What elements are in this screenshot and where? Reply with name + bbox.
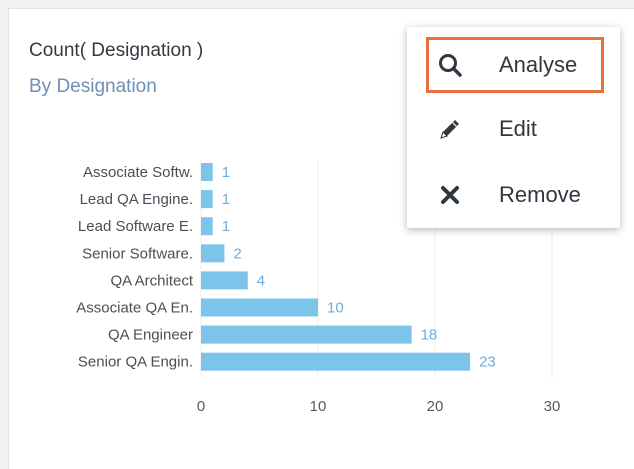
value-label: 2 — [233, 245, 241, 262]
value-label: 1 — [222, 218, 230, 235]
remove-menu-item[interactable]: Remove — [407, 165, 620, 225]
bar — [201, 352, 471, 371]
category-label: Senior Software. — [82, 245, 193, 262]
category-label: QA Engineer — [108, 327, 193, 344]
bar — [201, 298, 318, 317]
context-menu: Analyse Edit Remove — [407, 27, 620, 228]
x-tick-label: 30 — [544, 398, 561, 415]
analyse-menu-item[interactable]: Analyse — [426, 37, 604, 93]
edit-label: Edit — [499, 116, 537, 141]
value-label: 23 — [479, 354, 496, 371]
bar — [201, 190, 213, 209]
category-label: Associate QA En. — [76, 300, 193, 317]
category-label: Associate Softw. — [83, 164, 193, 181]
search-icon — [437, 52, 463, 78]
bar — [201, 325, 412, 344]
bar — [201, 163, 213, 181]
category-label: Lead Software E. — [78, 218, 193, 235]
category-label: Lead QA Engine. — [80, 191, 193, 208]
bar — [201, 217, 213, 236]
remove-label: Remove — [499, 182, 581, 207]
pencil-icon — [437, 116, 463, 142]
value-label: 4 — [257, 272, 265, 289]
value-label: 18 — [421, 327, 438, 344]
bar — [201, 244, 225, 263]
value-label: 1 — [222, 164, 230, 181]
category-label: Senior QA Engin. — [78, 354, 193, 371]
close-icon — [437, 182, 463, 208]
category-label: QA Architect — [110, 272, 193, 289]
analyse-label: Analyse — [499, 52, 578, 77]
edit-menu-item[interactable]: Edit — [407, 99, 620, 159]
x-tick-label: 10 — [310, 398, 327, 415]
bar — [201, 271, 248, 290]
value-label: 10 — [327, 300, 344, 317]
x-tick-label: 0 — [197, 398, 205, 415]
x-tick-label: 20 — [427, 398, 444, 415]
value-label: 1 — [222, 191, 230, 208]
